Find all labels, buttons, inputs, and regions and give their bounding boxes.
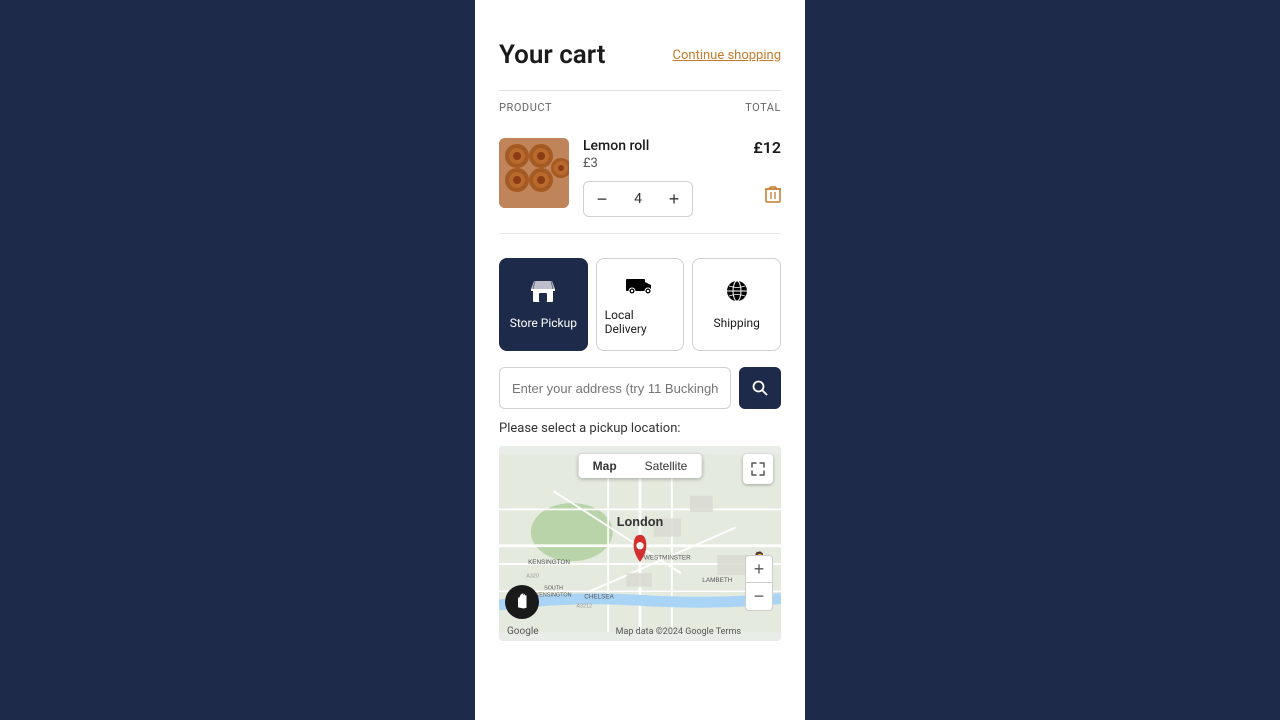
total-column-header: TOTAL bbox=[745, 101, 781, 114]
store-pickup-label: Store Pickup bbox=[510, 316, 577, 330]
map-view-toggle[interactable]: Map Satellite bbox=[579, 454, 702, 478]
map-zoom-controls: + − bbox=[745, 555, 773, 611]
map-zoom-out-button[interactable]: − bbox=[745, 583, 773, 611]
svg-text:KENSINGTON: KENSINGTON bbox=[536, 593, 572, 599]
svg-text:KENSINGTON: KENSINGTON bbox=[528, 559, 570, 566]
map-zoom-in-button[interactable]: + bbox=[745, 555, 773, 583]
map-tab-satellite[interactable]: Satellite bbox=[631, 454, 702, 478]
cart-page: Your cart Continue shopping PRODUCT TOTA… bbox=[475, 0, 805, 720]
map-tab-map[interactable]: Map bbox=[579, 454, 631, 478]
quantity-increase-button[interactable]: + bbox=[656, 182, 692, 216]
quantity-value: 4 bbox=[620, 191, 656, 207]
product-name: Lemon roll bbox=[583, 138, 739, 154]
svg-text:A3212: A3212 bbox=[576, 604, 592, 610]
delete-product-button[interactable] bbox=[765, 185, 781, 208]
map-google-logo: Google bbox=[507, 626, 539, 637]
search-button[interactable] bbox=[739, 367, 781, 409]
quantity-control: − 4 + bbox=[583, 181, 693, 217]
cart-header: Your cart Continue shopping bbox=[499, 40, 781, 70]
quantity-decrease-button[interactable]: − bbox=[584, 182, 620, 216]
delivery-option-local-delivery[interactable]: Local Delivery bbox=[596, 258, 685, 351]
address-search-input[interactable] bbox=[499, 367, 731, 409]
map-attribution: Map data ©2024 Google Terms bbox=[616, 627, 741, 637]
local-delivery-icon bbox=[626, 273, 654, 300]
svg-text:LAMBETH: LAMBETH bbox=[702, 577, 732, 584]
store-pickup-icon bbox=[530, 279, 556, 308]
delivery-options: Store Pickup Local Delivery bbox=[499, 258, 781, 351]
svg-text:WESTMINSTER: WESTMINSTER bbox=[644, 554, 691, 561]
product-total-section: £12 bbox=[753, 138, 781, 208]
local-delivery-label: Local Delivery bbox=[605, 308, 676, 336]
shopify-logo-map bbox=[505, 585, 539, 619]
table-header: PRODUCT TOTAL bbox=[499, 90, 781, 122]
map-container[interactable]: London KENSINGTON WESTMINSTER LAMBETH CH… bbox=[499, 446, 781, 641]
continue-shopping-link[interactable]: Continue shopping bbox=[673, 48, 781, 63]
address-search-row bbox=[499, 367, 781, 409]
svg-text:SOUTH: SOUTH bbox=[544, 585, 563, 591]
delivery-option-store-pickup[interactable]: Store Pickup bbox=[499, 258, 588, 351]
shipping-label: Shipping bbox=[713, 316, 759, 330]
product-unit-price: £3 bbox=[583, 156, 739, 171]
delivery-option-shipping[interactable]: Shipping bbox=[692, 258, 781, 351]
svg-text:CHELSEA: CHELSEA bbox=[584, 594, 614, 601]
cart-title: Your cart bbox=[499, 40, 605, 70]
product-image bbox=[499, 138, 569, 208]
product-info: Lemon roll £3 − 4 + bbox=[583, 138, 739, 217]
shipping-icon bbox=[725, 279, 749, 308]
pickup-location-label: Please select a pickup location: bbox=[499, 421, 781, 436]
product-total-price: £12 bbox=[753, 138, 781, 157]
map-fullscreen-button[interactable] bbox=[743, 454, 773, 484]
svg-text:London: London bbox=[617, 514, 664, 529]
map-background: London KENSINGTON WESTMINSTER LAMBETH CH… bbox=[499, 446, 781, 641]
svg-text:A320: A320 bbox=[526, 574, 539, 580]
product-column-header: PRODUCT bbox=[499, 101, 552, 114]
product-row: Lemon roll £3 − 4 + £12 bbox=[499, 122, 781, 234]
